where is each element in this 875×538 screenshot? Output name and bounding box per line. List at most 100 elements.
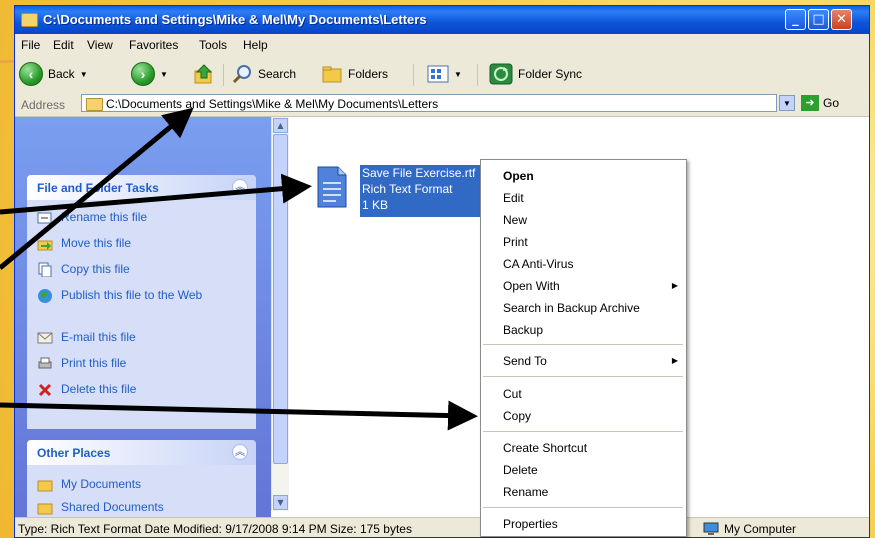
task-delete-file[interactable]: Delete this file xyxy=(37,382,136,397)
forward-dropdown-icon[interactable]: ▼ xyxy=(160,70,168,79)
menu-bar: File Edit View Favorites Tools Help xyxy=(15,34,869,82)
toolbar-separator xyxy=(223,64,224,86)
menu-item-delete[interactable]: Delete xyxy=(503,463,538,477)
folder-icon xyxy=(37,503,53,515)
menu-favorites[interactable]: Favorites xyxy=(129,38,178,52)
place-label: Shared Documents xyxy=(61,500,164,514)
menu-item-backup[interactable]: Backup xyxy=(503,323,543,337)
address-dropdown-button[interactable]: ▼ xyxy=(779,95,795,111)
task-label: Move this file xyxy=(61,236,132,250)
submenu-arrow-icon: ▶ xyxy=(671,281,678,290)
up-folder-button[interactable] xyxy=(193,62,215,86)
back-label: Back xyxy=(48,67,75,81)
context-menu: Open Edit New Print CA Anti-Virus Open W… xyxy=(480,159,687,537)
explorer-window: C:\Documents and Settings\Mike & Mel\My … xyxy=(14,5,870,538)
task-pane: File and Folder Tasks ︽ Rename this file… xyxy=(15,117,271,530)
close-icon: ✕ xyxy=(836,12,847,27)
menu-item-properties[interactable]: Properties xyxy=(503,517,558,531)
menu-item-rename[interactable]: Rename xyxy=(503,485,548,499)
task-email-file[interactable]: E-mail this file xyxy=(37,330,136,345)
title-bar[interactable]: C:\Documents and Settings\Mike & Mel\My … xyxy=(15,6,869,34)
file-folder-tasks-title: File and Folder Tasks xyxy=(37,181,159,195)
task-publish-file[interactable]: Publish this file to the Web xyxy=(37,288,217,303)
folder-sync-icon xyxy=(489,63,513,85)
menu-separator xyxy=(483,344,683,345)
place-shared-documents[interactable]: Shared Documents xyxy=(37,500,164,515)
task-label: Print this file xyxy=(61,356,127,370)
menu-edit[interactable]: Edit xyxy=(53,38,74,52)
search-button[interactable]: Search xyxy=(231,62,296,86)
print-icon xyxy=(38,357,52,369)
task-label: Rename this file xyxy=(61,210,148,224)
menu-item-print[interactable]: Print xyxy=(503,235,528,249)
toolbar-separator xyxy=(477,64,478,86)
maximize-button[interactable]: □ xyxy=(808,9,829,30)
menu-item-create-shortcut[interactable]: Create Shortcut xyxy=(503,441,587,455)
place-my-documents[interactable]: My Documents xyxy=(37,477,141,492)
other-places-header[interactable]: Other Places ︽ xyxy=(27,440,256,465)
menu-item-send-to[interactable]: Send To xyxy=(503,354,547,368)
minimize-button[interactable]: _ xyxy=(785,9,806,30)
folders-button[interactable]: Folders xyxy=(321,62,388,86)
go-button[interactable]: ➜ Go xyxy=(801,95,839,111)
rename-icon xyxy=(37,212,52,224)
scroll-thumb[interactable] xyxy=(273,134,288,464)
menu-item-new[interactable]: New xyxy=(503,213,527,227)
go-arrow-icon: ➜ xyxy=(801,95,819,111)
up-folder-icon xyxy=(194,64,213,84)
scroll-up-button[interactable]: ▲ xyxy=(273,118,288,133)
folder-icon xyxy=(86,98,103,111)
views-dropdown-icon[interactable]: ▼ xyxy=(454,70,462,79)
file-folder-tasks-panel: File and Folder Tasks ︽ Rename this file… xyxy=(27,175,256,429)
scroll-down-button[interactable]: ▼ xyxy=(273,495,288,510)
task-copy-file[interactable]: Copy this file xyxy=(37,262,130,277)
menu-item-search-backup[interactable]: Search in Backup Archive xyxy=(503,301,640,315)
toolbar-separator xyxy=(413,64,414,86)
minimize-icon: _ xyxy=(792,12,799,27)
back-arrow-icon: ‹ xyxy=(19,62,43,86)
folders-icon xyxy=(322,66,342,83)
task-label: Copy this file xyxy=(61,262,130,276)
delete-icon xyxy=(38,383,52,397)
file-name: Save File Exercise.rtf xyxy=(362,166,476,180)
close-button[interactable]: ✕ xyxy=(831,9,852,30)
submenu-arrow-icon: ▶ xyxy=(671,356,678,365)
menu-item-ca-anti-virus[interactable]: CA Anti-Virus xyxy=(503,257,573,271)
vertical-scrollbar[interactable]: ▲ ▼ xyxy=(271,117,289,511)
task-rename-file[interactable]: Rename this file xyxy=(37,210,147,225)
search-label: Search xyxy=(258,67,297,81)
publish-icon xyxy=(38,289,52,303)
forward-button[interactable]: › ▼ xyxy=(131,62,168,86)
maximize-icon: □ xyxy=(812,12,825,27)
task-move-file[interactable]: Move this file xyxy=(37,236,131,251)
menu-item-copy[interactable]: Copy xyxy=(503,409,531,423)
menu-item-edit[interactable]: Edit xyxy=(503,191,524,205)
back-button[interactable]: ‹ Back ▼ xyxy=(19,62,88,86)
menu-item-cut[interactable]: Cut xyxy=(503,387,522,401)
menu-item-open-with[interactable]: Open With xyxy=(503,279,560,293)
folder-sync-label: Folder Sync xyxy=(518,67,583,81)
chevron-down-icon: ▼ xyxy=(783,99,791,108)
menu-item-open[interactable]: Open xyxy=(503,169,534,183)
zone-label: My Computer xyxy=(724,522,797,536)
views-button[interactable]: ▼ xyxy=(427,62,462,86)
email-icon xyxy=(37,332,53,344)
status-text: Type: Rich Text Format Date Modified: 9/… xyxy=(18,522,412,536)
standard-toolbar: ‹ Back ▼ › ▼ Search Folders ▼ Folder Syn… xyxy=(15,56,869,93)
back-dropdown-icon[interactable]: ▼ xyxy=(80,70,88,79)
file-label-selected[interactable]: Save File Exercise.rtf Rich Text Format … xyxy=(360,165,492,217)
menu-help[interactable]: Help xyxy=(243,38,268,52)
forward-arrow-icon: › xyxy=(131,62,155,86)
menu-separator xyxy=(483,431,683,432)
collapse-chevron-icon[interactable]: ︽ xyxy=(232,179,248,195)
collapse-chevron-icon[interactable]: ︽ xyxy=(232,444,248,460)
file-folder-tasks-header[interactable]: File and Folder Tasks ︽ xyxy=(27,175,256,200)
task-print-file[interactable]: Print this file xyxy=(37,356,126,371)
folder-sync-button[interactable]: Folder Sync xyxy=(489,62,582,86)
folders-label: Folders xyxy=(348,67,389,81)
menu-view[interactable]: View xyxy=(87,38,113,52)
menu-file[interactable]: File xyxy=(21,38,40,52)
address-input[interactable]: C:\Documents and Settings\Mike & Mel\My … xyxy=(81,94,777,112)
task-label: Delete this file xyxy=(61,382,137,396)
menu-tools[interactable]: Tools xyxy=(199,38,227,52)
